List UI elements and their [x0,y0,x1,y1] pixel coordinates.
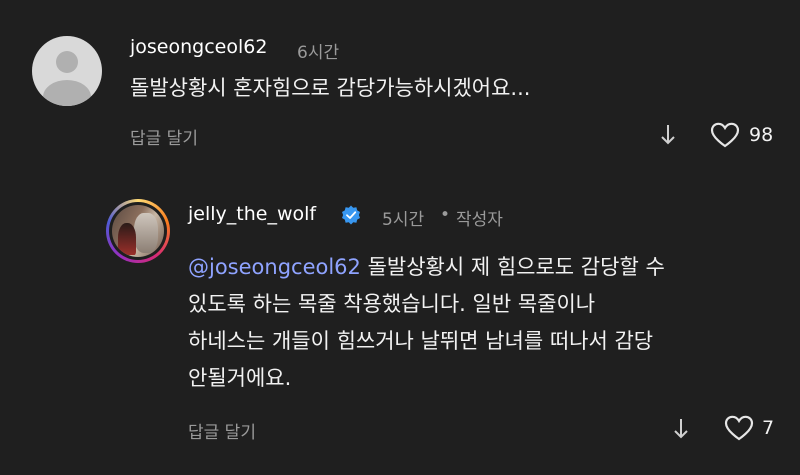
author-badge: 작성자 [456,210,503,230]
reply-text-line4: 안될거에요. [188,366,292,390]
arrow-down-icon[interactable] [671,417,691,441]
reply-text-line1: @joseongceol62 돌발상황시 제 힘으로도 감당할 수 [188,249,665,286]
avatar-wolf-shape [134,213,158,253]
mention-link[interactable]: @joseongceol62 [188,255,361,279]
reply-text-line1-rest: 돌발상황시 제 힘으로도 감당할 수 [360,255,665,279]
separator-dot: • [440,205,451,225]
reply-text-line2: 있도록 하는 목줄 착용했습니다. 일반 목줄이나 [188,292,596,316]
avatar-default[interactable] [32,36,102,106]
heart-icon[interactable] [724,415,754,441]
comment-time: 6시간 [297,43,340,63]
arrow-down-icon[interactable] [658,123,678,147]
avatar-story-ring[interactable] [106,199,170,263]
avatar-person-shape [118,223,136,255]
heart-icon[interactable] [710,122,740,148]
like-count: 7 [762,417,775,439]
comment-username[interactable]: joseongceol62 [130,36,267,58]
reply-text-line3: 하네스는 개들이 힘쓰거나 날뛰면 남녀를 떠나서 감당 [188,329,654,353]
avatar-photo [112,205,164,257]
reply-username[interactable]: jelly_the_wolf [188,203,316,225]
reply-button[interactable]: 답글 달기 [130,124,198,149]
reply-time: 5시간 [382,210,425,230]
avatar-head-shape [56,51,78,73]
avatar-body-shape [43,80,91,106]
verified-badge-icon [342,205,360,225]
comment-text: 돌발상황시 혼자힘으로 감당가능하시겠어요... [130,76,531,100]
reply-button[interactable]: 답글 달기 [188,418,256,443]
like-count: 98 [749,124,774,146]
